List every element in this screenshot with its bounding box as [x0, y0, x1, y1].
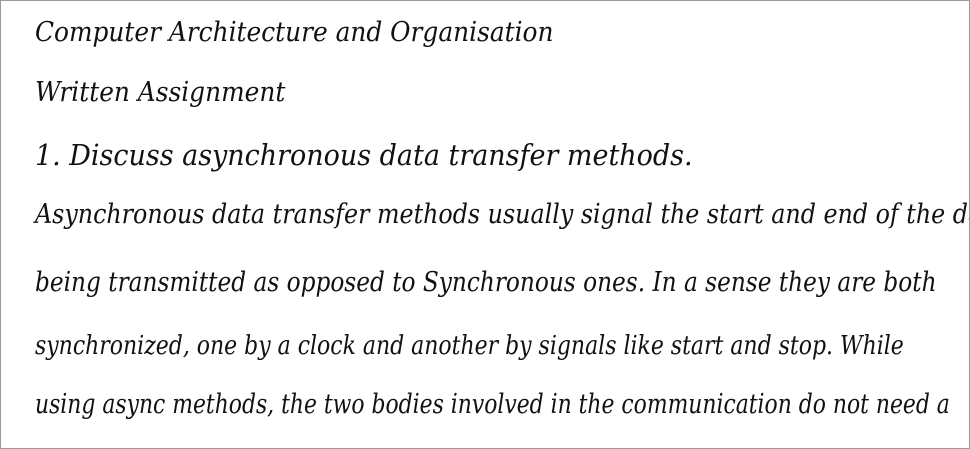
answer-line: Asynchronous data transfer methods usual… [35, 199, 970, 230]
answer-line: using async methods, the two bodies invo… [35, 389, 950, 420]
document-title: Computer Architecture and Organisation [35, 17, 554, 48]
question-heading: 1. Discuss asynchronous data transfer me… [35, 138, 693, 172]
answer-line: being transmitted as opposed to Synchron… [35, 267, 937, 298]
answer-line: synchronized, one by a clock and another… [35, 331, 904, 361]
document-subtitle: Written Assignment [35, 77, 286, 108]
handwritten-page: Computer Architecture and Organisation W… [0, 0, 970, 449]
